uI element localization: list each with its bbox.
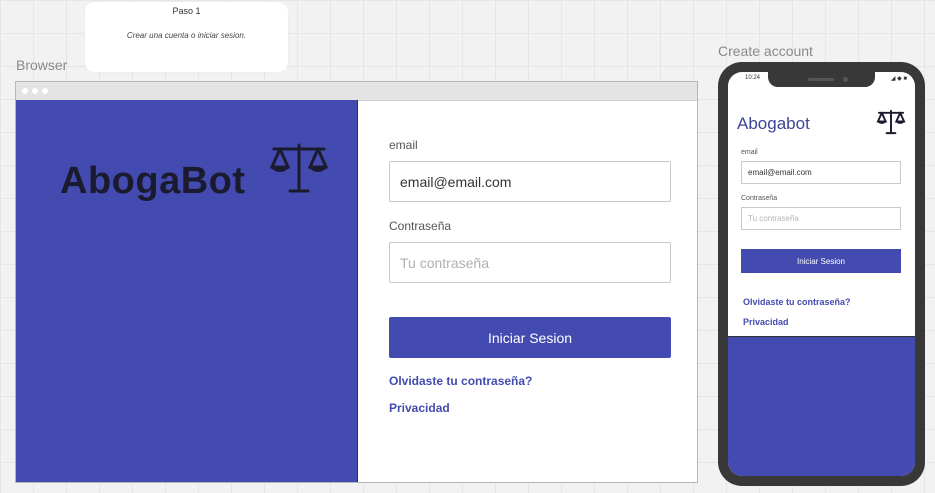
- email-field[interactable]: [389, 161, 671, 202]
- password-field[interactable]: [389, 242, 671, 283]
- email-label: email: [389, 138, 418, 152]
- window-dot: [22, 88, 28, 94]
- sticky-note: Paso 1 Crear una cuenta o iniciar sesion…: [85, 2, 288, 72]
- scales-icon: [876, 109, 906, 135]
- brand-panel: AbogaBot: [16, 100, 358, 482]
- phone-brand-title: Abogabot: [737, 114, 810, 133]
- forgot-password-link[interactable]: Olvidaste tu contraseña?: [389, 374, 532, 388]
- phone-brand-panel: [728, 336, 915, 476]
- phone-forgot-password-link[interactable]: Olvidaste tu contraseña?: [743, 297, 851, 307]
- phone-login-button[interactable]: Iniciar Sesion: [741, 249, 901, 273]
- phone-frame: 10:24 ◢ ◆ ■ Abogabot email Contraseña In…: [718, 62, 925, 486]
- phone-privacy-link[interactable]: Privacidad: [743, 317, 789, 327]
- phone-screen: 10:24 ◢ ◆ ■ Abogabot email Contraseña In…: [728, 72, 915, 476]
- browser-window: AbogaBot email Contraseña Iniciar Sesion…: [15, 81, 698, 483]
- window-dot: [42, 88, 48, 94]
- camera-icon: [843, 77, 848, 82]
- phone-password-label: Contraseña: [741, 195, 778, 202]
- brand-logo-text: AbogaBot: [60, 160, 246, 202]
- phone-notch: [768, 72, 875, 87]
- password-label: Contraseña: [389, 219, 452, 233]
- phone-email-label: email: [741, 149, 758, 156]
- phone-frame-label: Create account: [718, 43, 813, 59]
- speaker-icon: [808, 78, 834, 81]
- login-button[interactable]: Iniciar Sesion: [389, 317, 671, 358]
- sticky-text: Crear una cuenta o iniciar sesion.: [126, 31, 247, 40]
- status-time: 10:24: [745, 75, 761, 81]
- browser-frame-label: Browser: [16, 57, 68, 73]
- browser-title-bar: [16, 82, 697, 101]
- phone-password-field[interactable]: [741, 207, 901, 230]
- privacy-link[interactable]: Privacidad: [389, 401, 450, 415]
- phone-email-field[interactable]: [741, 161, 901, 184]
- window-dot: [32, 88, 38, 94]
- sticky-title: Paso 1: [172, 6, 201, 16]
- status-icons: ◢ ◆ ■: [890, 76, 907, 82]
- scales-icon: [269, 143, 329, 193]
